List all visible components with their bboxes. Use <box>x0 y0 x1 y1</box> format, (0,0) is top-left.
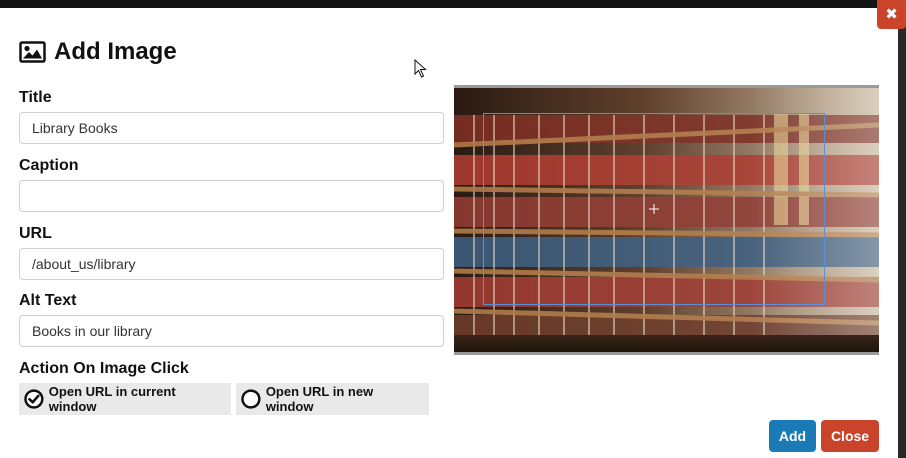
radio-new-window-label: Open URL in new window <box>265 384 374 414</box>
action-on-click-label: Action On Image Click <box>19 360 189 377</box>
mouse-pointer-icon <box>414 59 427 78</box>
url-label: URL <box>19 225 52 242</box>
radio-current-window[interactable]: Open URL in current window <box>19 383 231 415</box>
close-icon[interactable]: ✖ <box>877 0 906 29</box>
add-image-dialog: Add Image Title Library Books Caption UR… <box>0 8 898 458</box>
crosshair-icon <box>649 204 659 214</box>
radio-new-window[interactable]: Open URL in new window <box>236 383 429 415</box>
caption-label: Caption <box>19 157 79 174</box>
dialog-header: Add Image <box>19 36 177 68</box>
image-preview[interactable] <box>454 85 879 355</box>
dialog-title: Add Image <box>54 38 177 65</box>
image-icon <box>19 41 46 63</box>
add-button[interactable]: Add <box>769 420 816 452</box>
close-button[interactable]: Close <box>821 420 879 452</box>
radio-current-window-label: Open URL in current window <box>48 384 176 414</box>
alt-text-label: Alt Text <box>19 292 77 309</box>
crop-selection-box[interactable] <box>483 113 825 305</box>
caption-input[interactable] <box>19 180 444 212</box>
backdrop-edge <box>898 0 906 458</box>
backdrop <box>0 0 906 8</box>
radio-checked-icon <box>24 389 44 409</box>
title-input[interactable]: Library Books <box>19 112 444 144</box>
radio-unchecked-icon <box>241 389 261 409</box>
title-label: Title <box>19 89 52 106</box>
alt-text-input[interactable]: Books in our library <box>19 315 444 347</box>
url-input[interactable]: /about_us/library <box>19 248 444 280</box>
